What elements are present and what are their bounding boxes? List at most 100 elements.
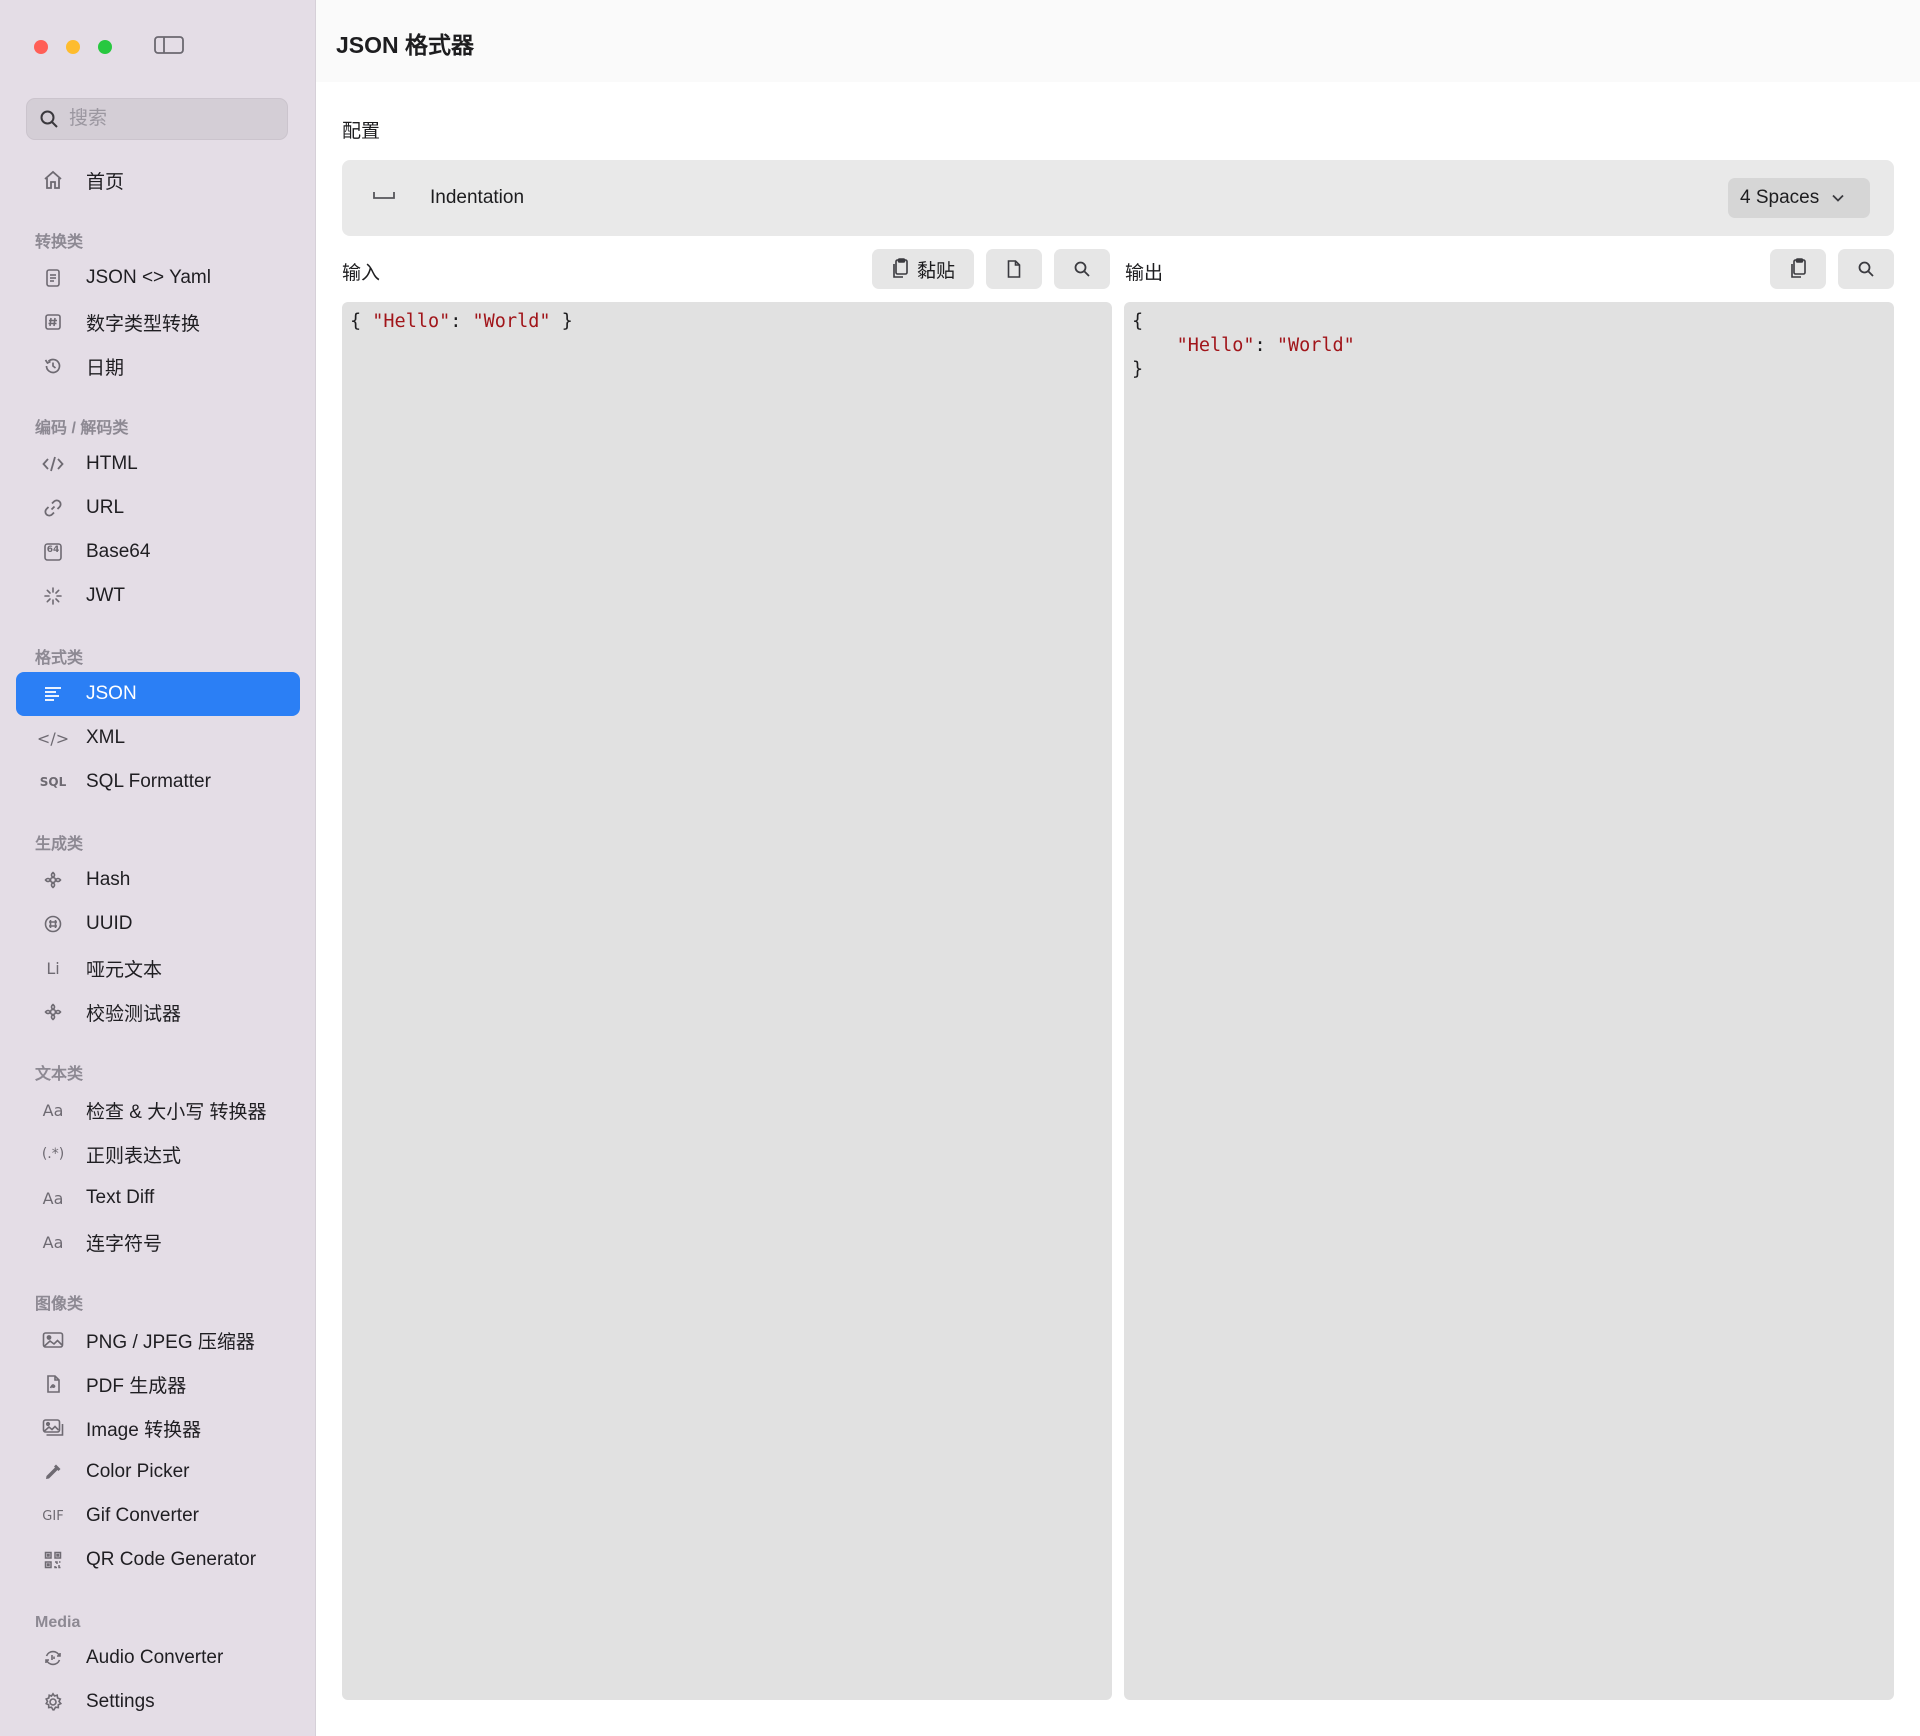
text-case-icon: Aa [42,1232,64,1252]
output-editor[interactable]: { "Hello": "World" } [1124,302,1894,1700]
gear-flower-icon [40,869,66,891]
input-editor[interactable]: { "Hello": "World" } [342,302,1112,1700]
eyedropper-icon [40,1461,66,1483]
audio-cycle-icon [40,1647,66,1669]
sidebar-item-label: UUID [86,913,133,934]
sidebar-item-uuid[interactable]: UUID [16,902,300,946]
sidebar-section-title: 图像类 [35,1296,84,1313]
indentation-select[interactable]: 4 Spaces [1728,178,1870,218]
search-box[interactable] [26,98,288,140]
indentation-setting: Indentation 4 Spaces [342,160,1894,236]
open-file-button[interactable] [986,249,1042,289]
paste-button-label: 黏贴 [916,260,955,282]
json-key: "Hello" [372,311,451,332]
sidebar-item-label: Hash [86,869,131,890]
sidebar-item-case-converter[interactable]: Aa 检查 & 大小写 转换器 [16,1088,300,1132]
sidebar-section-title: 格式类 [35,650,84,667]
gear-flower-icon [40,1001,66,1023]
sidebar-item-base64[interactable]: 64 Base64 [16,530,300,574]
sidebar-item-label: 连字符号 [86,1233,163,1255]
sidebar-item-settings[interactable]: Settings [16,1680,300,1724]
sidebar-item-checksum[interactable]: 校验测试器 [16,990,300,1034]
sidebar-item-label: Gif Converter [86,1505,199,1526]
link-icon [40,497,66,519]
sidebar-item-label: URL [86,497,125,518]
sidebar-item-label: JSON <> Yaml [86,267,211,288]
xml-code-icon: </> [36,728,70,748]
sidebar-item-xml[interactable]: </> XML [16,716,300,760]
main-panel: JSON 格式器 配置 Indentation 4 Spaces 输入 黏贴 输… [316,0,1920,1736]
paste-button[interactable]: 黏贴 [872,249,974,289]
sidebar-item-color-picker[interactable]: Color Picker [16,1450,300,1494]
sidebar-item-image-converter[interactable]: Image 转换器 [16,1406,300,1450]
sidebar-item-label: Settings [86,1691,155,1712]
page-title: JSON 格式器 [336,32,475,58]
sidebar-item-hash[interactable]: Hash [16,858,300,902]
sidebar-item-pdf-generator[interactable]: PDF 生成器 [16,1362,300,1406]
sidebar-section-title: Media [35,1614,81,1631]
photo-stack-icon [40,1417,66,1439]
zoom-window-button[interactable] [98,40,112,54]
json-value: "World" [472,311,551,332]
input-search-button[interactable] [1054,249,1110,289]
sidebar-item-qr-code-generator[interactable]: QR Code Generator [16,1538,300,1582]
code-brackets-icon [40,453,66,475]
clipboard-icon [893,258,908,278]
code-punct: } [550,311,573,332]
document-icon [40,267,66,289]
sidebar-item-number-base[interactable]: 数字类型转换 [16,300,300,344]
regex-icon: (.*) [41,1146,65,1162]
sql-icon: SQL [39,775,67,789]
minimize-window-button[interactable] [66,40,80,54]
sidebar-item-text-diff[interactable]: Aa Text Diff [16,1176,300,1220]
close-window-button[interactable] [34,40,48,54]
sidebar-item-url[interactable]: URL [16,486,300,530]
sidebar-item-png-jpeg-compressor[interactable]: PNG / JPEG 压缩器 [16,1318,300,1362]
globe-grid-icon [40,913,66,935]
sidebar-item-json[interactable]: JSON [16,672,300,716]
sidebar-item-audio-converter[interactable]: Audio Converter [16,1636,300,1680]
base64-icon-text: 64 [46,545,60,555]
sidebar-item-label: QR Code Generator [86,1549,257,1570]
indentation-label: Indentation [430,187,525,208]
sidebar-item-json-yaml[interactable]: JSON <> Yaml [16,256,300,300]
copy-output-button[interactable] [1770,249,1826,289]
text-align-left-icon [40,683,66,705]
config-label: 配置 [342,121,381,142]
sidebar-item-home[interactable]: 首页 [16,158,300,202]
sidebar-item-date[interactable]: 日期 [16,344,300,388]
sidebar-section-title: 编码 / 解码类 [35,420,129,437]
sidebar-item-html[interactable]: HTML [16,442,300,486]
code-punct: : [450,311,473,332]
sparkle-spinner-icon [40,585,66,607]
sidebar-item-label: PDF 生成器 [86,1375,187,1397]
sidebar-item-lorem[interactable]: Li 哑元文本 [16,946,300,990]
search-input[interactable] [69,108,269,130]
sidebar-item-label: Audio Converter [86,1647,224,1668]
pdf-document-icon [40,1373,66,1395]
sidebar-section-title: 转换类 [35,234,84,251]
sidebar-item-label: Text Diff [86,1187,155,1208]
sidebar-item-sql-formatter[interactable]: SQL SQL Formatter [16,760,300,804]
qr-code-icon [40,1549,66,1571]
sidebar-item-label: PNG / JPEG 压缩器 [86,1331,255,1353]
sidebar-item-label: 首页 [86,171,125,193]
sidebar-item-jwt[interactable]: JWT [16,574,300,618]
sidebar-item-label: Base64 [86,541,151,562]
text-case-icon: Aa [42,1188,64,1208]
copy-icon [1791,258,1806,278]
sidebar-item-gif-converter[interactable]: GIF Gif Converter [16,1494,300,1538]
code-punct: { [1132,311,1144,332]
code-punct: { [350,311,373,332]
sidebar-item-hyphenation[interactable]: Aa 连字符号 [16,1220,300,1264]
sidebar-item-label: SQL Formatter [86,771,211,792]
sidebar-item-regex[interactable]: (.*) 正则表达式 [16,1132,300,1176]
sidebar-toggle-icon[interactable] [154,36,184,54]
output-search-button[interactable] [1838,249,1894,289]
photo-icon [40,1329,66,1351]
document-icon [1007,260,1021,278]
search-icon [1858,261,1874,277]
sidebar-item-label: 校验测试器 [86,1003,182,1025]
sidebar-item-label: HTML [86,453,138,474]
